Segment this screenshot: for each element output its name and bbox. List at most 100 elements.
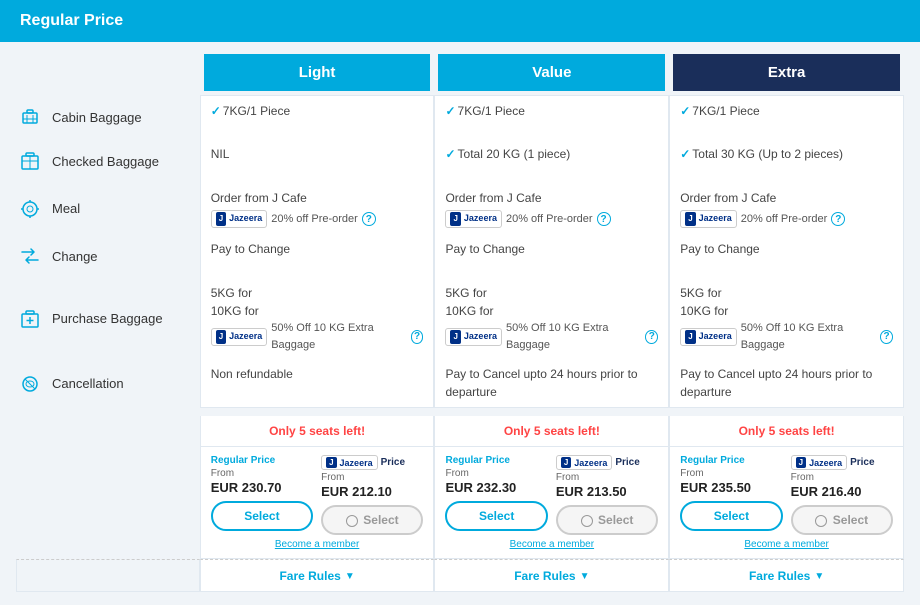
price-member-extra: J Jazeera Price From EUR 216.40 Select — [791, 455, 893, 535]
chevron-down-icon: ▼ — [345, 571, 355, 582]
cancellation-extra-cell: Pay to Cancel upto 24 hours prior to dep… — [669, 359, 904, 408]
fare-table: Light Value Extra — [16, 54, 904, 592]
cancellation-icon — [16, 370, 44, 398]
price-columns-light: Regular Price From EUR 230.70 Select J J… — [211, 455, 424, 535]
cabin-icon — [16, 103, 44, 131]
purchase-question-value[interactable]: ? — [645, 330, 658, 344]
purchase-baggage-icon — [16, 305, 44, 333]
price-regular-light: Regular Price From EUR 230.70 Select — [211, 455, 313, 535]
clock-icon-extra — [815, 515, 827, 527]
checked-value-cell: ✓Total 20 KG (1 piece) — [434, 139, 669, 183]
meal-preorder-extra: J Jazeera 20% off Pre-order ? — [680, 210, 893, 228]
price-row: Regular Price From EUR 230.70 Select J J… — [16, 446, 904, 559]
checked-baggage-icon — [16, 147, 44, 175]
jc-badge-light: J Jazeera — [211, 210, 267, 228]
header-empty — [16, 54, 200, 95]
extra-header: Extra — [673, 54, 900, 91]
clock-icon-value — [581, 515, 593, 527]
fare-rules-link-light[interactable]: Fare Rules ▼ — [279, 569, 354, 583]
purchase-extra-cell: 5KG for 10KG for J Jazeera 50% Off 10 KG… — [669, 278, 904, 359]
seats-value: Only 5 seats left! — [434, 416, 669, 446]
jc-badge-value: J Jazeera — [445, 210, 501, 228]
become-member-light[interactable]: Become a member — [211, 539, 424, 550]
purchase-baggage-row: Purchase Baggage 5KG for 10KG for J Jaze… — [16, 278, 904, 359]
purchase-value-cell: 5KG for 10KG for J Jazeera 50% Off 10 KG… — [434, 278, 669, 359]
price-value: Regular Price From EUR 232.30 Select J J… — [434, 446, 669, 559]
tier-header-extra: Extra — [669, 54, 904, 95]
change-light-cell: Pay to Change — [200, 234, 435, 278]
cabin-light-cell: ✓7KG/1 Piece — [200, 95, 435, 139]
purchase-question-light[interactable]: ? — [411, 330, 424, 344]
checked-baggage-label-cell: Checked Baggage — [16, 139, 200, 183]
seats-light: Only 5 seats left! — [200, 416, 435, 446]
purchase-promo-extra: J Jazeera 50% Off 10 KG Extra Baggage ? — [680, 320, 893, 353]
price-columns-value: Regular Price From EUR 232.30 Select J J… — [445, 455, 658, 535]
jc-purchase-badge-extra: J Jazeera — [680, 328, 736, 346]
meal-row: Meal Order from J Cafe J Jazeera 20% off… — [16, 183, 904, 234]
seats-extra: Only 5 seats left! — [669, 416, 904, 446]
meal-question-value[interactable]: ? — [597, 212, 611, 226]
cabin-extra-cell: ✓7KG/1 Piece — [669, 95, 904, 139]
checked-extra-cell: ✓Total 30 KG (Up to 2 pieces) — [669, 139, 904, 183]
purchase-promo-light: J Jazeera 50% Off 10 KG Extra Baggage ? — [211, 320, 424, 353]
cabin-baggage-row: Cabin Baggage ✓7KG/1 Piece ✓7KG/1 Piece … — [16, 95, 904, 139]
tier-header-light: Light — [200, 54, 435, 95]
meal-question-light[interactable]: ? — [362, 212, 376, 226]
page-header: Regular Price — [0, 0, 920, 42]
select-value-regular[interactable]: Select — [445, 501, 547, 531]
meal-value-cell: Order from J Cafe J Jazeera 20% off Pre-… — [434, 183, 669, 234]
meal-label: Meal — [16, 195, 196, 223]
become-member-extra[interactable]: Become a member — [680, 539, 893, 550]
main-content: Light Value Extra — [0, 42, 920, 604]
seats-row: Only 5 seats left! Only 5 seats left! On… — [16, 416, 904, 446]
fare-rules-extra: Fare Rules ▼ — [669, 559, 904, 592]
tier-header-value: Value — [434, 54, 669, 95]
page-wrapper: Regular Price Light — [0, 0, 920, 604]
price-extra: Regular Price From EUR 235.50 Select J J… — [669, 446, 904, 559]
cabin-baggage-label: Cabin Baggage — [16, 103, 196, 131]
price-regular-value: Regular Price From EUR 232.30 Select — [445, 455, 547, 535]
fare-rules-link-extra[interactable]: Fare Rules ▼ — [749, 569, 824, 583]
price-member-light: J Jazeera Price From EUR 212.10 Select — [321, 455, 423, 535]
page-title: Regular Price — [20, 12, 123, 29]
meal-label-cell: Meal — [16, 183, 200, 234]
meal-question-extra[interactable]: ? — [831, 212, 845, 226]
cabin-value-cell: ✓7KG/1 Piece — [434, 95, 669, 139]
chevron-down-icon-3: ▼ — [814, 571, 824, 582]
fare-rules-row: Fare Rules ▼ Fare Rules ▼ Fare Rules — [16, 559, 904, 592]
jc-price-badge-light: J Jazeera — [321, 455, 377, 470]
meal-light-cell: Order from J Cafe J Jazeera 20% off Pre-… — [200, 183, 435, 234]
select-extra-member[interactable]: Select — [791, 505, 893, 535]
cancellation-value-cell: Pay to Cancel upto 24 hours prior to dep… — [434, 359, 669, 408]
select-light-regular[interactable]: Select — [211, 501, 313, 531]
change-label-cell: Change — [16, 234, 200, 278]
price-regular-extra: Regular Price From EUR 235.50 Select — [680, 455, 782, 535]
select-value-member[interactable]: Select — [556, 505, 658, 535]
change-label: Change — [16, 242, 196, 270]
meal-preorder-light: J Jazeera 20% off Pre-order ? — [211, 210, 424, 228]
purchase-baggage-label-cell: Purchase Baggage — [16, 278, 200, 359]
price-columns-extra: Regular Price From EUR 235.50 Select J J… — [680, 455, 893, 535]
purchase-baggage-label: Purchase Baggage — [16, 305, 196, 333]
price-member-value: J Jazeera Price From EUR 213.50 Select — [556, 455, 658, 535]
change-value-cell: Pay to Change — [434, 234, 669, 278]
meal-extra-cell: Order from J Cafe J Jazeera 20% off Pre-… — [669, 183, 904, 234]
select-extra-regular[interactable]: Select — [680, 501, 782, 531]
purchase-light-cell: 5KG for 10KG for J Jazeera 50% Off 10 KG… — [200, 278, 435, 359]
fare-rules-link-value[interactable]: Fare Rules ▼ — [514, 569, 589, 583]
price-light: Regular Price From EUR 230.70 Select J J… — [200, 446, 435, 559]
meal-icon — [16, 195, 44, 223]
spacer-row — [16, 408, 904, 416]
clock-icon-light — [346, 515, 358, 527]
select-light-member[interactable]: Select — [321, 505, 423, 535]
value-header: Value — [438, 54, 665, 91]
change-row: Change Pay to Change Pay to Change Pay t… — [16, 234, 904, 278]
checked-light-cell: NIL — [200, 139, 435, 183]
checked-baggage-row: Checked Baggage NIL ✓Total 20 KG (1 piec… — [16, 139, 904, 183]
jc-purchase-badge-light: J Jazeera — [211, 328, 267, 346]
change-extra-cell: Pay to Change — [669, 234, 904, 278]
light-header: Light — [204, 54, 431, 91]
cancellation-row: Cancellation Non refundable Pay to Cance… — [16, 359, 904, 408]
become-member-value[interactable]: Become a member — [445, 539, 658, 550]
purchase-question-extra[interactable]: ? — [880, 330, 893, 344]
